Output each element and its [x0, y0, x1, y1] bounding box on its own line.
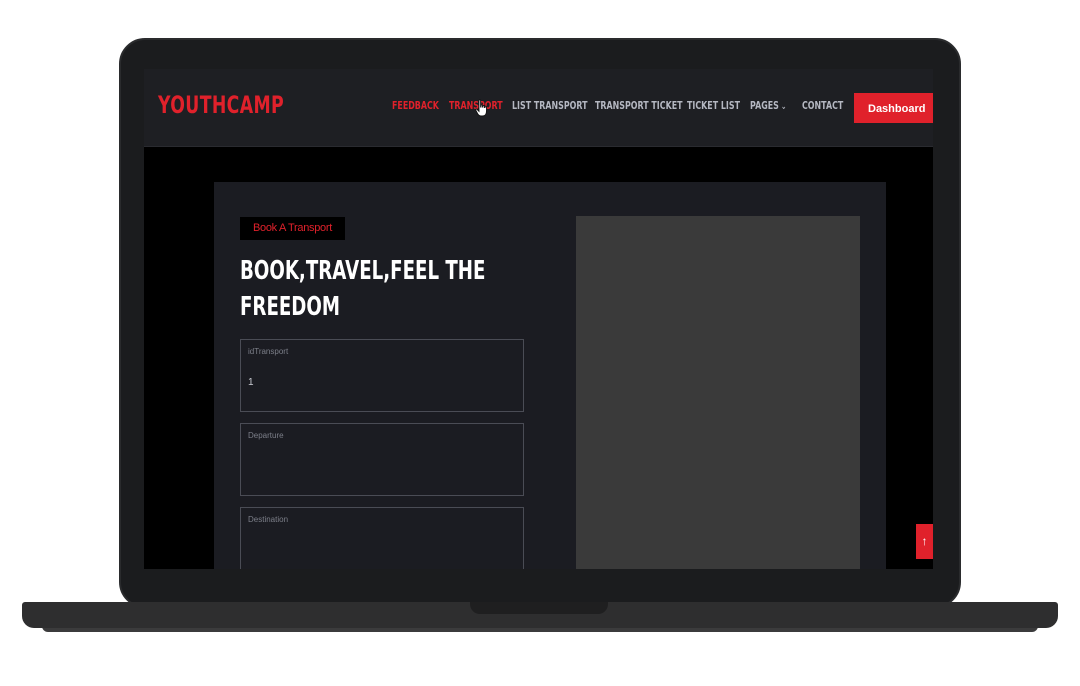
id-transport-value: 1: [248, 377, 254, 388]
nav-item-pages-label: PAGES: [750, 99, 779, 112]
nav-item-list-transport[interactable]: LIST TRANSPORT: [512, 99, 588, 112]
arrow-up-icon: ↑: [921, 534, 928, 548]
nav-item-feedback[interactable]: FEEDBACK: [392, 99, 439, 112]
chevron-down-icon: ⌄: [780, 102, 787, 112]
dashboard-button-label: Dashboard: [868, 103, 926, 115]
departure-label: Departure: [248, 431, 284, 440]
laptop-notch: [470, 602, 608, 614]
hand-pointer-icon: [475, 99, 487, 117]
departure-field[interactable]: Departure: [240, 423, 524, 496]
destination-label: Destination: [248, 515, 289, 524]
id-transport-field[interactable]: idTransport 1: [240, 339, 524, 412]
page-title: BOOK,TRAVEL,FEEL THE FREEDOM: [240, 256, 486, 322]
section-badge: Book A Transport: [240, 217, 345, 240]
screen: YOUTHCAMP FEEDBACK TRANSPORT LIST TRANSP…: [144, 69, 933, 569]
arrow-right-icon: →: [931, 101, 933, 115]
image-placeholder: [576, 216, 860, 569]
navbar: YOUTHCAMP FEEDBACK TRANSPORT LIST TRANSP…: [144, 69, 933, 147]
nav-item-transport-ticket[interactable]: TRANSPORT TICKET: [595, 99, 683, 112]
scroll-to-top-button[interactable]: ↑: [916, 524, 933, 559]
destination-field[interactable]: Destination: [240, 507, 524, 569]
booking-card: Book A Transport BOOK,TRAVEL,FEEL THE FR…: [214, 182, 886, 569]
nav-item-ticket-list[interactable]: TICKET LIST: [687, 99, 740, 112]
id-transport-label: idTransport: [248, 347, 289, 356]
nav-item-contact[interactable]: CONTACT: [802, 99, 843, 112]
brand-logo[interactable]: YOUTHCAMP: [158, 91, 284, 119]
dashboard-button[interactable]: Dashboard →: [854, 93, 933, 123]
nav-item-pages[interactable]: PAGES ⌄: [750, 99, 786, 112]
